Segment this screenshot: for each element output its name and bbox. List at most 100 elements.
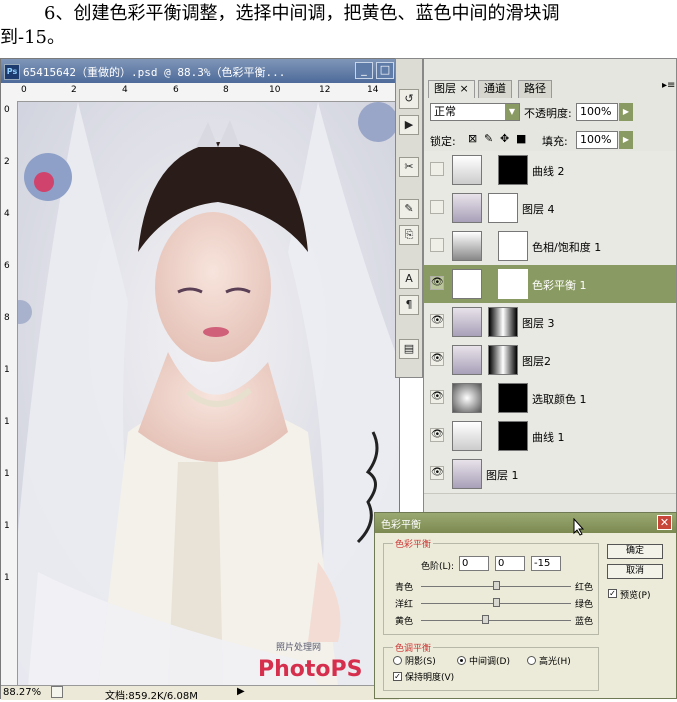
character-icon[interactable]: A: [399, 269, 419, 289]
highlights-label: 高光(H): [539, 657, 571, 667]
layer-row[interactable]: 曲线 2: [424, 151, 676, 190]
layer-name: 色彩平衡 1: [532, 279, 587, 292]
preserve-luminosity-label: 保持明度(V): [405, 673, 455, 683]
tab-paths[interactable]: 路径: [518, 80, 552, 98]
clone-source-icon[interactable]: ⎘: [399, 225, 419, 245]
close-icon[interactable]: ✕: [657, 515, 672, 530]
document-info: 文档:859.2K/6.08M: [105, 691, 198, 702]
layer-name: 图层 3: [522, 317, 555, 330]
ruler-tick: 1: [4, 365, 10, 375]
layer-thumbnail: [452, 345, 482, 375]
lock-position-icon[interactable]: ✥: [500, 132, 509, 145]
fill-input[interactable]: 100%: [576, 131, 618, 149]
highlights-radio[interactable]: [527, 656, 536, 665]
maximize-button[interactable]: □: [376, 62, 394, 79]
layer-row[interactable]: 👁 曲线 1: [424, 417, 676, 456]
curves-adjustment-icon: [452, 421, 482, 451]
dialog-title: 色彩平衡: [381, 520, 421, 531]
visibility-toggle[interactable]: [430, 238, 444, 252]
lock-transparent-icon[interactable]: ⊠: [468, 132, 477, 145]
visibility-toggle[interactable]: [430, 200, 444, 214]
panel-menu-icon[interactable]: ▸≡: [662, 80, 675, 91]
ruler-tick: 1: [4, 469, 10, 479]
layer-mask-thumbnail: [498, 231, 528, 261]
layer-row[interactable]: 👁 图层 1: [424, 455, 676, 494]
cyan-red-slider[interactable]: [493, 581, 500, 590]
visibility-toggle[interactable]: [430, 162, 444, 176]
vertical-ruler: 0 2 4 6 8 1 1 1 1 1: [1, 101, 18, 686]
ok-button[interactable]: 确定: [607, 544, 663, 559]
tool-presets-icon[interactable]: ✂: [399, 157, 419, 177]
preview-label: 预览(P): [620, 591, 651, 601]
eye-icon[interactable]: 👁: [430, 390, 444, 404]
eye-icon[interactable]: 👁: [430, 276, 444, 290]
slider-right-label: 蓝色: [575, 617, 594, 627]
preserve-luminosity-checkbox[interactable]: ✓: [393, 672, 402, 681]
document-canvas[interactable]: 照片处理网 PhotoPS: [18, 102, 399, 686]
brushes-icon[interactable]: ✎: [399, 199, 419, 219]
actions-icon[interactable]: ▶: [399, 115, 419, 135]
color-balance-icon: [452, 269, 482, 299]
status-bar: 88.27% 文档:859.2K/6.08M ▶: [1, 685, 399, 702]
layer-row[interactable]: 👁 图层 3: [424, 303, 676, 342]
tab-layers[interactable]: 图层 ×: [428, 80, 475, 98]
dialog-title-bar[interactable]: 色彩平衡 ✕: [375, 513, 676, 533]
minimize-button[interactable]: _: [355, 62, 373, 79]
zoom-level[interactable]: 88.27%: [3, 687, 41, 698]
chevron-down-icon: ▼: [505, 104, 519, 120]
layer-row[interactable]: 👁 图层2: [424, 341, 676, 380]
blend-mode-select[interactable]: 正常 ▼: [430, 103, 520, 121]
levels-cyan-red-input[interactable]: 0: [459, 556, 489, 571]
layers-panel: 图层 × 通道 路径 ▸≡ 正常 ▼ 不透明度: 100% ▶ 锁定: ⊠ ✎ …: [423, 58, 677, 518]
ruler-tick: 14: [367, 85, 379, 95]
magenta-green-slider[interactable]: [493, 598, 500, 607]
layer-mask-thumbnail: [488, 345, 518, 375]
fill-label: 填充:: [542, 135, 568, 148]
opacity-label: 不透明度:: [524, 107, 572, 120]
shadows-radio[interactable]: [393, 656, 402, 665]
midtones-radio[interactable]: [457, 656, 466, 665]
fill-arrow-icon[interactable]: ▶: [619, 131, 633, 149]
ruler-tick: 0: [4, 105, 10, 115]
yellow-blue-slider[interactable]: [481, 615, 489, 624]
eye-icon[interactable]: 👁: [430, 466, 444, 480]
status-menu-icon[interactable]: [51, 686, 63, 698]
layer-row[interactable]: 👁 选取颜色 1: [424, 379, 676, 418]
slider-left-label: 青色: [395, 583, 414, 593]
layer-thumbnail: [452, 307, 482, 337]
layer-row[interactable]: 图层 4: [424, 189, 676, 228]
slider-track: [421, 620, 571, 621]
slider-right-label: 绿色: [575, 600, 594, 610]
lock-all-icon[interactable]: ■: [516, 132, 526, 145]
ruler-tick: 10: [269, 85, 281, 95]
watermark-caption: 照片处理网: [276, 641, 321, 653]
levels-magenta-green-input[interactable]: 0: [495, 556, 525, 571]
layer-name: 图层2: [522, 355, 551, 368]
layer-row[interactable]: 色相/饱和度 1: [424, 227, 676, 266]
eye-icon[interactable]: 👁: [430, 428, 444, 442]
paragraph-icon[interactable]: ¶: [399, 295, 419, 315]
panel-dock-strip: ↺ ▶ ✂ ✎ ⎘ A ¶ ▤: [395, 58, 423, 378]
tab-channels[interactable]: 通道: [478, 80, 512, 98]
bride-photo: 照片处理网 PhotoPS: [18, 102, 399, 686]
levels-yellow-blue-input[interactable]: -15: [531, 556, 561, 571]
curves-adjustment-icon: [452, 155, 482, 185]
opacity-input[interactable]: 100%: [576, 103, 618, 121]
tone-balance-group-label: 色调平衡: [393, 641, 434, 654]
eye-icon[interactable]: 👁: [430, 314, 444, 328]
midtones-label: 中间调(D): [469, 657, 510, 667]
eye-icon[interactable]: 👁: [430, 352, 444, 366]
mouse-cursor-icon: [573, 518, 585, 536]
layer-thumbnail: [452, 193, 482, 223]
opacity-arrow-icon[interactable]: ▶: [619, 103, 633, 121]
layer-row-selected[interactable]: 👁 色彩平衡 1: [424, 265, 676, 304]
slider-right-label: 红色: [575, 583, 594, 593]
status-arrow-icon[interactable]: ▶: [237, 686, 245, 697]
document-title-bar[interactable]: Ps 65415642（重做的）.psd @ 88.3%（色彩平衡... _ □: [1, 59, 399, 83]
history-icon[interactable]: ↺: [399, 89, 419, 109]
preview-checkbox[interactable]: ✓: [608, 589, 617, 598]
cancel-button[interactable]: 取消: [607, 564, 663, 579]
ruler-tick: 1: [4, 417, 10, 427]
layer-comps-icon[interactable]: ▤: [399, 339, 419, 359]
lock-image-icon[interactable]: ✎: [484, 132, 493, 145]
